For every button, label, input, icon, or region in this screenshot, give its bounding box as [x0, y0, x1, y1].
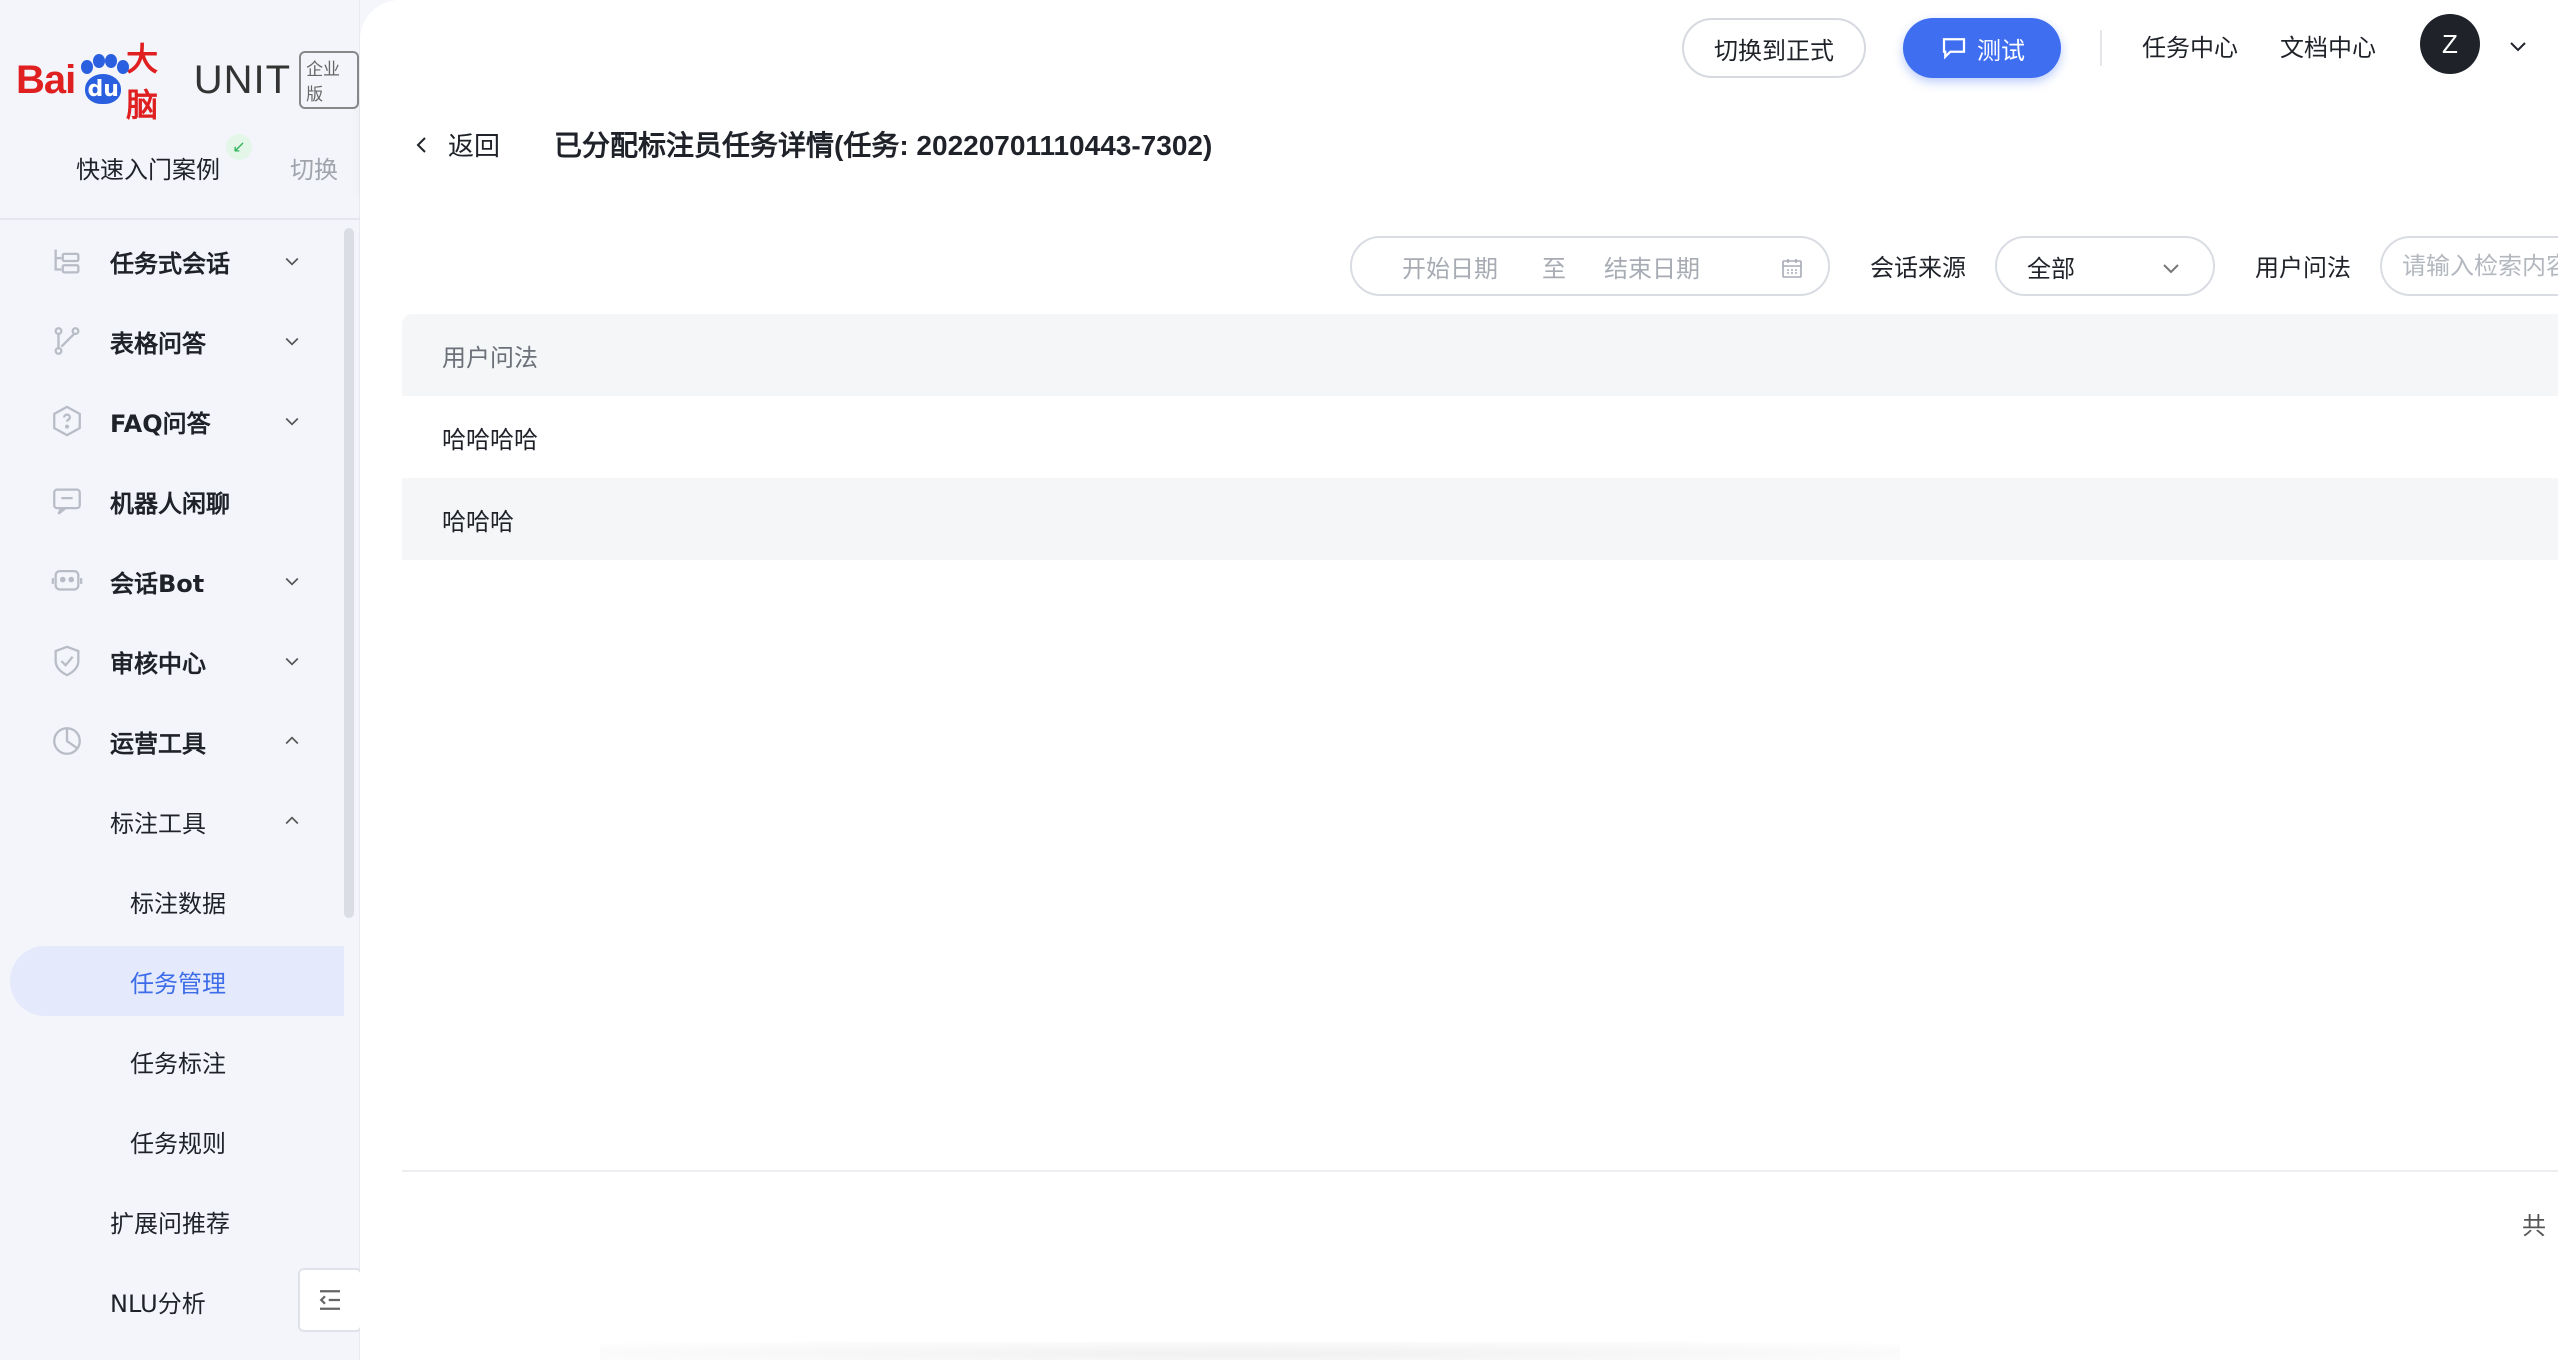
switch-link[interactable]: 切换: [290, 150, 338, 185]
nav-nlu-analysis[interactable]: NLU分析: [0, 1266, 344, 1336]
tree-icon: [54, 249, 80, 274]
doc-center-link[interactable]: 文档中心: [2280, 28, 2376, 63]
chevron-up-icon: [285, 736, 299, 745]
table-row[interactable]: 哈哈哈: [402, 478, 2558, 560]
nav-label: 会话Bot: [110, 569, 205, 598]
shield-check-icon: [54, 645, 80, 677]
bottom-shadow: [600, 1342, 1900, 1360]
nav-annotation-data[interactable]: 标注数据: [0, 866, 344, 936]
avatar[interactable]: Z: [2420, 14, 2480, 74]
nav-label: 扩展问推荐: [110, 1209, 230, 1238]
calendar-icon: [1782, 259, 1802, 278]
back-label: 返回: [448, 132, 501, 162]
table-cell: 哈哈哈哈: [442, 425, 538, 454]
question-shield-icon: [53, 405, 81, 437]
collapse-menu-icon: [319, 1290, 340, 1310]
nav-label: 任务式会话: [110, 249, 230, 278]
nav-task-management[interactable]: 任务管理: [10, 946, 344, 1016]
query-label: 用户问法: [2255, 254, 2351, 282]
task-center-link[interactable]: 任务中心: [2142, 28, 2238, 63]
chevron-down-icon: [285, 257, 299, 266]
nav-annotation-tools[interactable]: 标注工具: [0, 786, 344, 856]
logo-bai: Bai: [16, 57, 76, 102]
nav-table-qa[interactable]: 表格问答: [0, 306, 344, 376]
nav-label: NLU分析: [110, 1289, 206, 1318]
switch-formal-button[interactable]: 切换到正式: [1682, 18, 1866, 78]
nav-label: 审核中心: [110, 649, 206, 678]
date-range-picker[interactable]: 开始日期 至 结束日期: [1350, 236, 1830, 296]
source-label: 会话来源: [1870, 254, 1966, 282]
chevron-down-icon: [2163, 264, 2179, 274]
nav-label: FAQ问答: [110, 409, 211, 438]
page-title: 已分配标注员任务详情(任务: 20220701110443-7302): [554, 130, 1213, 161]
nav-chitchat[interactable]: 机器人闲聊: [0, 466, 344, 536]
chevron-down-icon: [285, 337, 299, 346]
back-button[interactable]: 返回: [410, 126, 500, 163]
logo-du: du: [85, 74, 122, 104]
divider: [2100, 30, 2102, 66]
test-button-label: 测试: [1977, 36, 2025, 65]
nav-ops-tools[interactable]: 运营工具: [0, 706, 344, 776]
query-search-input[interactable]: [2380, 236, 2558, 296]
nav-label: 任务规则: [130, 1129, 226, 1158]
source-select-value: 全部: [2027, 254, 2075, 283]
top-bar: 切换到正式 测试 任务中心 文档中心 Z: [360, 0, 2558, 92]
content-area: 开始日期 至 结束日期 会话来源 全部 用户问法 用户问法 哈哈哈哈 哈哈哈 共: [360, 192, 2558, 1360]
end-date-placeholder[interactable]: 结束日期: [1604, 249, 1700, 284]
nav-task-dialog[interactable]: 任务式会话: [0, 226, 344, 296]
branch-icon: [54, 327, 80, 355]
column-header-query: 用户问法: [442, 343, 538, 372]
source-select[interactable]: 全部: [1995, 236, 2215, 296]
chat-icon: [53, 488, 81, 515]
test-button[interactable]: 测试: [1903, 18, 2061, 78]
quick-start-title[interactable]: 快速入门案例: [76, 150, 220, 185]
pie-icon: [53, 727, 81, 755]
nav-label: 任务标注: [130, 1049, 226, 1078]
baidu-paw-icon: du: [77, 54, 130, 106]
logo-unit: UNIT: [193, 57, 292, 102]
robot-icon: [51, 569, 83, 591]
nav-task-rules[interactable]: 任务规则: [0, 1106, 344, 1176]
table-header: 用户问法: [402, 314, 2558, 396]
start-date-placeholder[interactable]: 开始日期: [1402, 249, 1498, 284]
nav-label: 表格问答: [110, 329, 206, 358]
query-table: 用户问法 哈哈哈哈 哈哈哈: [402, 314, 2558, 560]
nav-review[interactable]: 审核中心: [0, 626, 344, 696]
title-bar: 返回 已分配标注员任务详情(任务: 20220701110443-7302): [360, 92, 2558, 192]
nav-label: 任务管理: [130, 969, 226, 998]
nav-label: 标注工具: [110, 809, 206, 838]
table-cell: 哈哈哈: [442, 507, 514, 536]
baidu-unit-logo[interactable]: Bai du 大脑 UNIT 企业版: [16, 40, 359, 124]
nav-label: 机器人闲聊: [110, 489, 230, 518]
logo-danao: 大脑: [126, 40, 159, 124]
nav-label: 运营工具: [110, 729, 206, 758]
chevron-left-icon: [416, 136, 426, 153]
nav-extension-recommend[interactable]: 扩展问推荐: [0, 1186, 344, 1256]
edition-badge: 企业版: [299, 51, 359, 109]
nav-task-annotation[interactable]: 任务标注: [0, 1026, 344, 1096]
chevron-down-icon: [285, 577, 299, 586]
date-range-separator: 至: [1542, 254, 1566, 283]
chevron-down-icon: [285, 657, 299, 666]
sidebar: Bai du 大脑 UNIT 企业版 快速入门案例 ↙ 切换 任务式会话 表格问…: [0, 0, 362, 1360]
nav-faq[interactable]: FAQ问答: [0, 386, 344, 456]
chevron-up-icon: [285, 816, 299, 825]
nav-bot[interactable]: 会话Bot: [0, 546, 344, 616]
main-panel: 切换到正式 测试 任务中心 文档中心 Z 返回 已分配标注员任务详情(任务: 2…: [360, 0, 2558, 1360]
sidebar-divider: [0, 218, 360, 220]
nav-label: 标注数据: [130, 889, 226, 918]
table-row[interactable]: 哈哈哈哈: [402, 396, 2558, 478]
chevron-down-icon[interactable]: [2506, 34, 2530, 58]
collapse-sidebar-button[interactable]: [298, 1268, 362, 1332]
total-count: 共: [2522, 1212, 2546, 1240]
chevron-down-icon: [285, 417, 299, 426]
table-bottom-border: [402, 1170, 2558, 1172]
sidebar-scrollbar[interactable]: [344, 228, 354, 918]
chat-bubble-icon: [1942, 38, 1966, 60]
collapse-arrow-icon: ↙: [226, 134, 252, 160]
